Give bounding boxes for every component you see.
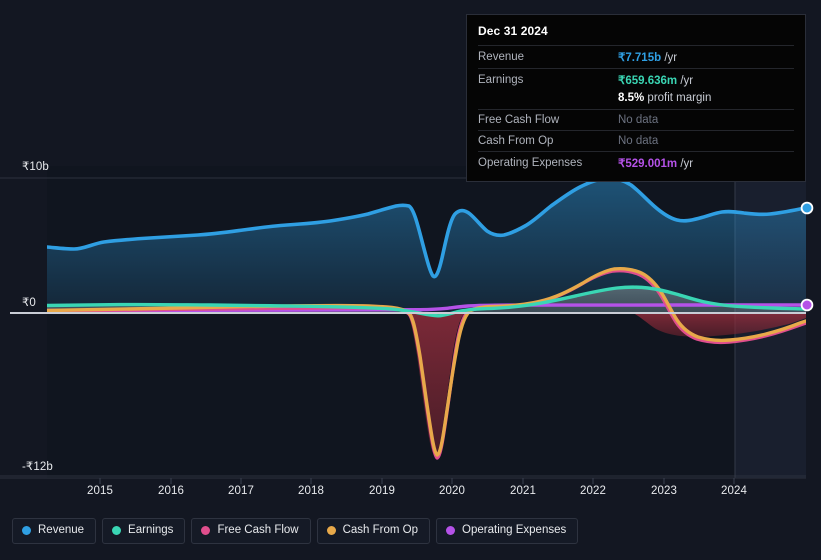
legend-label-earnings: Earnings [128,524,174,536]
chart-tooltip: Dec 31 2024 Revenue ₹7.715b /yr Earnings… [466,14,806,182]
x-axis-label-2015: 2015 [87,485,113,497]
legend-label-cash-from-op: Cash From Op [342,524,419,536]
tooltip-value-revenue: ₹7.715b /yr [618,45,794,69]
tooltip-label-earnings: Earnings [478,68,618,91]
chart-legend: Revenue Earnings Free Cash Flow Cash Fro… [12,518,579,544]
y-axis-label-zero: ₹0 [22,297,36,309]
x-axis-label-2023: 2023 [651,485,677,497]
legend-item-earnings[interactable]: Earnings [102,518,186,544]
tooltip-amount-earnings: ₹659.636m [618,75,678,87]
tooltip-amount-revenue: ₹7.715b [618,52,662,64]
tooltip-label-operating-expenses: Operating Expenses [478,151,618,174]
tooltip-row-profit-margin: 8.5% profit margin [478,91,794,110]
legend-label-revenue: Revenue [38,524,85,536]
legend-dot-icon-operating-expenses [446,526,456,536]
tooltip-unit-earnings: /yr [680,75,694,87]
tooltip-title: Dec 31 2024 [478,24,548,38]
tooltip-amount-operating-expenses: ₹529.001m [618,158,678,170]
x-axis-label-2022: 2022 [580,485,606,497]
y-axis-label-bottom: -₹12b [22,461,53,473]
tooltip-amount-free-cash-flow: No data [618,114,659,126]
endpoint-marker-operating-expenses [800,298,814,312]
legend-item-operating-expenses[interactable]: Operating Expenses [436,518,579,544]
tooltip-label-free-cash-flow: Free Cash Flow [478,109,618,131]
legend-dot-icon-earnings [112,526,122,536]
tooltip-row-cash-from-op: Cash From Op No data [478,130,794,152]
tooltip-row-earnings: Earnings ₹659.636m /yr [478,68,794,91]
financial-chart: ₹10b ₹0 -₹12b 2015 2016 2017 2018 2019 2… [0,0,821,560]
tooltip-margin-percent: 8.5% [618,92,645,104]
x-axis-label-2019: 2019 [369,485,395,497]
legend-label-operating-expenses: Operating Expenses [462,524,567,536]
x-axis-label-2017: 2017 [228,485,254,497]
legend-dot-icon-revenue [22,526,31,536]
legend-item-cash-from-op[interactable]: Cash From Op [316,518,431,544]
x-axis-label-2016: 2016 [158,485,184,497]
tooltip-unit-revenue: /yr [664,52,678,64]
y-axis-label-top: ₹10b [22,161,49,173]
legend-item-free-cash-flow[interactable]: Free Cash Flow [191,518,311,544]
legend-dot-icon-free-cash-flow [201,526,211,536]
legend-item-revenue[interactable]: Revenue [12,518,97,544]
x-axis-label-2018: 2018 [298,485,324,497]
endpoint-marker-revenue [800,201,814,215]
tooltip-row-revenue: Revenue ₹7.715b /yr [478,45,794,69]
tooltip-unit-operating-expenses: /yr [680,158,694,170]
x-axis-label-2020: 2020 [439,485,465,497]
tooltip-value-cash-from-op: No data [618,130,794,152]
x-axis-label-2024: 2024 [721,485,747,497]
tooltip-row-free-cash-flow: Free Cash Flow No data [478,109,794,131]
x-tick-marks [99,478,735,484]
tooltip-margin-text: profit margin [647,92,712,104]
tooltip-value-operating-expenses: ₹529.001m /yr [618,151,794,174]
legend-dot-icon-cash-from-op [326,526,336,536]
tooltip-value-earnings: ₹659.636m /yr [618,68,794,91]
legend-label-free-cash-flow: Free Cash Flow [217,524,299,536]
tooltip-value-profit-margin: 8.5% profit margin [618,91,794,110]
tooltip-value-free-cash-flow: No data [618,109,794,131]
tooltip-label-spacer [478,91,618,110]
tooltip-amount-cash-from-op: No data [618,135,659,147]
tooltip-label-cash-from-op: Cash From Op [478,130,618,152]
tooltip-label-revenue: Revenue [478,45,618,69]
tooltip-row-operating-expenses: Operating Expenses ₹529.001m /yr [478,151,794,174]
x-axis-label-2021: 2021 [510,485,536,497]
tooltip-table: Revenue ₹7.715b /yr Earnings ₹659.636m /… [478,45,794,174]
